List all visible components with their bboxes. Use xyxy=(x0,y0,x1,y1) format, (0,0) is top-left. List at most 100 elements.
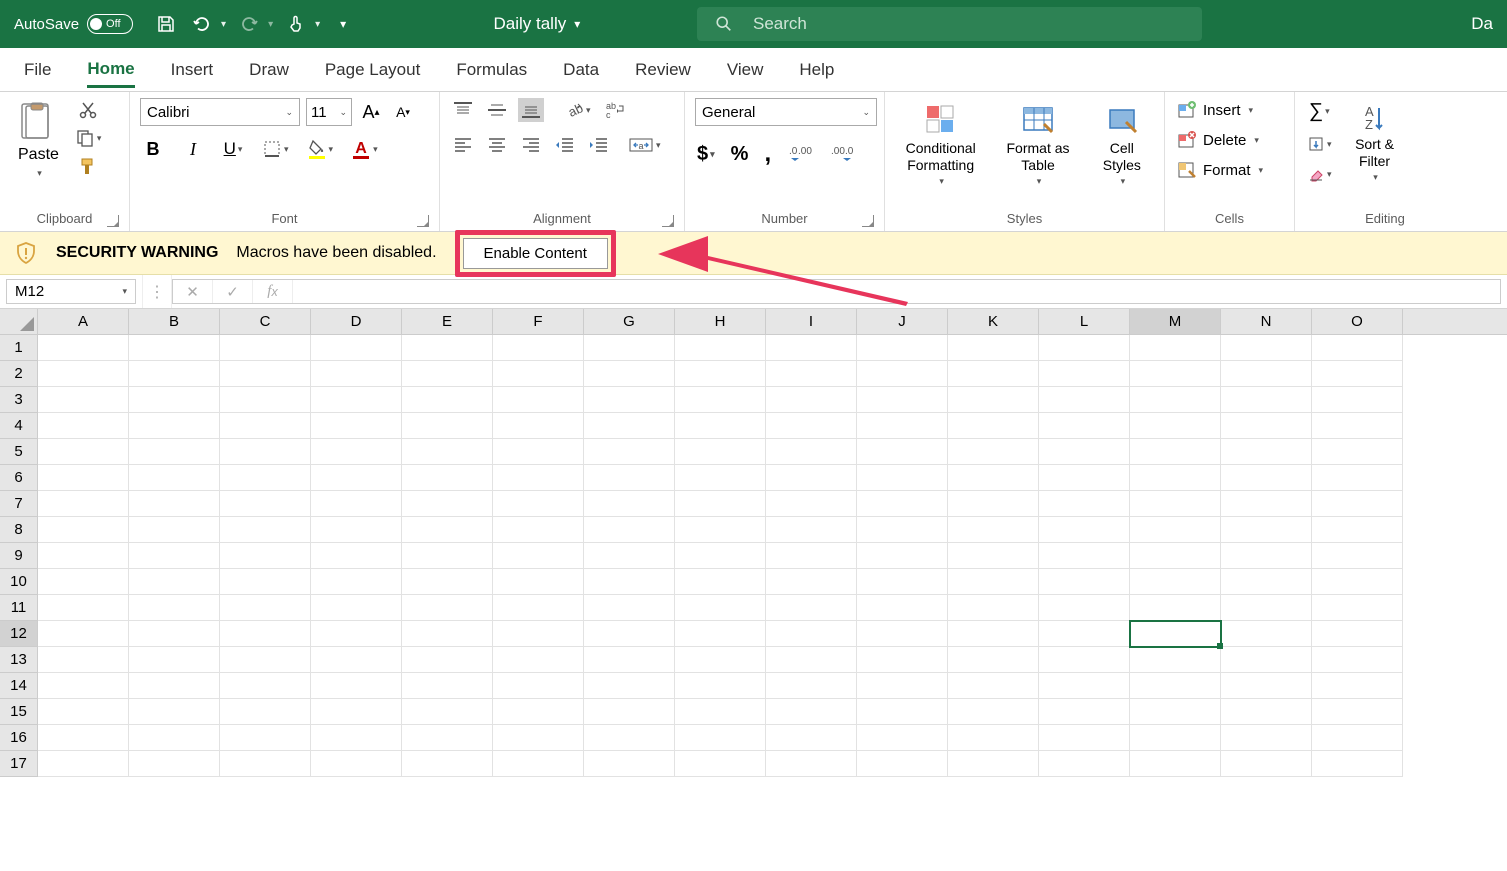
row-header[interactable]: 14 xyxy=(0,673,38,699)
grid-cell[interactable] xyxy=(1039,595,1130,621)
grid-cell[interactable] xyxy=(675,517,766,543)
doc-dropdown-icon[interactable]: ▾ xyxy=(574,17,580,31)
tab-page-layout[interactable]: Page Layout xyxy=(325,52,420,88)
grid-cell[interactable] xyxy=(857,621,948,647)
grid-cell[interactable] xyxy=(584,751,675,777)
grid-cell[interactable] xyxy=(857,751,948,777)
grid-cell[interactable] xyxy=(129,517,220,543)
grid-cell[interactable] xyxy=(766,725,857,751)
align-bottom-button[interactable] xyxy=(518,98,544,122)
grid-cell[interactable] xyxy=(220,361,311,387)
select-all-corner[interactable] xyxy=(0,309,38,334)
grid-cell[interactable] xyxy=(1039,465,1130,491)
cell-styles-button[interactable]: Cell Styles▾ xyxy=(1090,98,1154,191)
grid-cell[interactable] xyxy=(311,413,402,439)
tab-formulas[interactable]: Formulas xyxy=(456,52,527,88)
tab-draw[interactable]: Draw xyxy=(249,52,289,88)
grid-cell[interactable] xyxy=(675,491,766,517)
grid-cell[interactable] xyxy=(493,673,584,699)
autosave-control[interactable]: AutoSave Off xyxy=(14,14,133,34)
grid-cell[interactable] xyxy=(493,595,584,621)
grid-cell[interactable] xyxy=(948,751,1039,777)
grid-cell[interactable] xyxy=(38,387,129,413)
grid-cell[interactable] xyxy=(1312,361,1403,387)
grid-cell[interactable] xyxy=(766,621,857,647)
row-header[interactable]: 5 xyxy=(0,439,38,465)
grid-cell[interactable] xyxy=(1039,647,1130,673)
grid-cell[interactable] xyxy=(584,465,675,491)
document-title[interactable]: Daily tally ▾ xyxy=(494,14,581,34)
merge-center-button[interactable]: a▾ xyxy=(626,134,663,156)
grid-cell[interactable] xyxy=(311,465,402,491)
grid-cell[interactable] xyxy=(1130,439,1221,465)
grid-cell[interactable] xyxy=(1130,413,1221,439)
grid-cell[interactable] xyxy=(493,569,584,595)
grid-cell[interactable] xyxy=(220,673,311,699)
touch-dropdown-icon[interactable]: ▾ xyxy=(315,19,320,30)
grid-cell[interactable] xyxy=(129,465,220,491)
grid-cell[interactable] xyxy=(220,595,311,621)
column-header[interactable]: N xyxy=(1221,309,1312,334)
grid-cell[interactable] xyxy=(129,491,220,517)
grid-cell[interactable] xyxy=(1221,673,1312,699)
align-top-button[interactable] xyxy=(450,98,476,122)
grid-cell[interactable] xyxy=(402,413,493,439)
grid-cell[interactable] xyxy=(948,517,1039,543)
grid-cell[interactable] xyxy=(129,725,220,751)
name-box[interactable]: M12 ▾ xyxy=(6,279,136,304)
grid-cell[interactable] xyxy=(311,517,402,543)
tab-help[interactable]: Help xyxy=(799,52,834,88)
grid-cell[interactable] xyxy=(38,751,129,777)
grid-cell[interactable] xyxy=(129,335,220,361)
grid-cell[interactable] xyxy=(220,387,311,413)
grid-cell[interactable] xyxy=(948,465,1039,491)
grid-cell[interactable] xyxy=(1130,465,1221,491)
grid-cell[interactable] xyxy=(1130,699,1221,725)
grid-cell[interactable] xyxy=(1130,621,1221,647)
grid-cell[interactable] xyxy=(584,543,675,569)
grid-cell[interactable] xyxy=(766,413,857,439)
grid-cell[interactable] xyxy=(220,439,311,465)
grid-cell[interactable] xyxy=(766,569,857,595)
grid-cell[interactable] xyxy=(766,699,857,725)
grid-cell[interactable] xyxy=(1221,361,1312,387)
grid-cell[interactable] xyxy=(38,491,129,517)
grid-cell[interactable] xyxy=(38,465,129,491)
grid-cell[interactable] xyxy=(1221,595,1312,621)
grid-cell[interactable] xyxy=(311,491,402,517)
grid-cell[interactable] xyxy=(1039,543,1130,569)
grid-cell[interactable] xyxy=(38,647,129,673)
enter-formula-button[interactable]: ✓ xyxy=(213,280,253,303)
column-header[interactable]: M xyxy=(1130,309,1221,334)
fill-button[interactable]: ▾ xyxy=(1305,133,1334,155)
grid-cell[interactable] xyxy=(1312,647,1403,673)
grid-cell[interactable] xyxy=(584,335,675,361)
grid-cell[interactable] xyxy=(311,595,402,621)
grid-cell[interactable] xyxy=(1130,361,1221,387)
grid-cell[interactable] xyxy=(220,647,311,673)
grid-cell[interactable] xyxy=(675,465,766,491)
row-header[interactable]: 12 xyxy=(0,621,38,647)
align-left-button[interactable] xyxy=(450,134,476,156)
grid-cell[interactable] xyxy=(1130,725,1221,751)
grid-cell[interactable] xyxy=(675,335,766,361)
grid-cell[interactable] xyxy=(766,751,857,777)
grid-cell[interactable] xyxy=(766,673,857,699)
grid-cell[interactable] xyxy=(1039,491,1130,517)
grid-cell[interactable] xyxy=(1312,413,1403,439)
grid-cell[interactable] xyxy=(402,387,493,413)
grid-cell[interactable] xyxy=(402,335,493,361)
grid-cell[interactable] xyxy=(857,413,948,439)
row-header[interactable]: 10 xyxy=(0,569,38,595)
grid-cell[interactable] xyxy=(493,413,584,439)
grid-cell[interactable] xyxy=(948,621,1039,647)
increase-decimal-button[interactable]: .0.00 xyxy=(785,142,815,166)
grid-cell[interactable] xyxy=(948,595,1039,621)
grid-cell[interactable] xyxy=(857,387,948,413)
grid-cell[interactable] xyxy=(1312,751,1403,777)
grid-cell[interactable] xyxy=(675,387,766,413)
grid-cell[interactable] xyxy=(1312,725,1403,751)
grid-cell[interactable] xyxy=(857,647,948,673)
row-header[interactable]: 11 xyxy=(0,595,38,621)
grid-cell[interactable] xyxy=(948,335,1039,361)
